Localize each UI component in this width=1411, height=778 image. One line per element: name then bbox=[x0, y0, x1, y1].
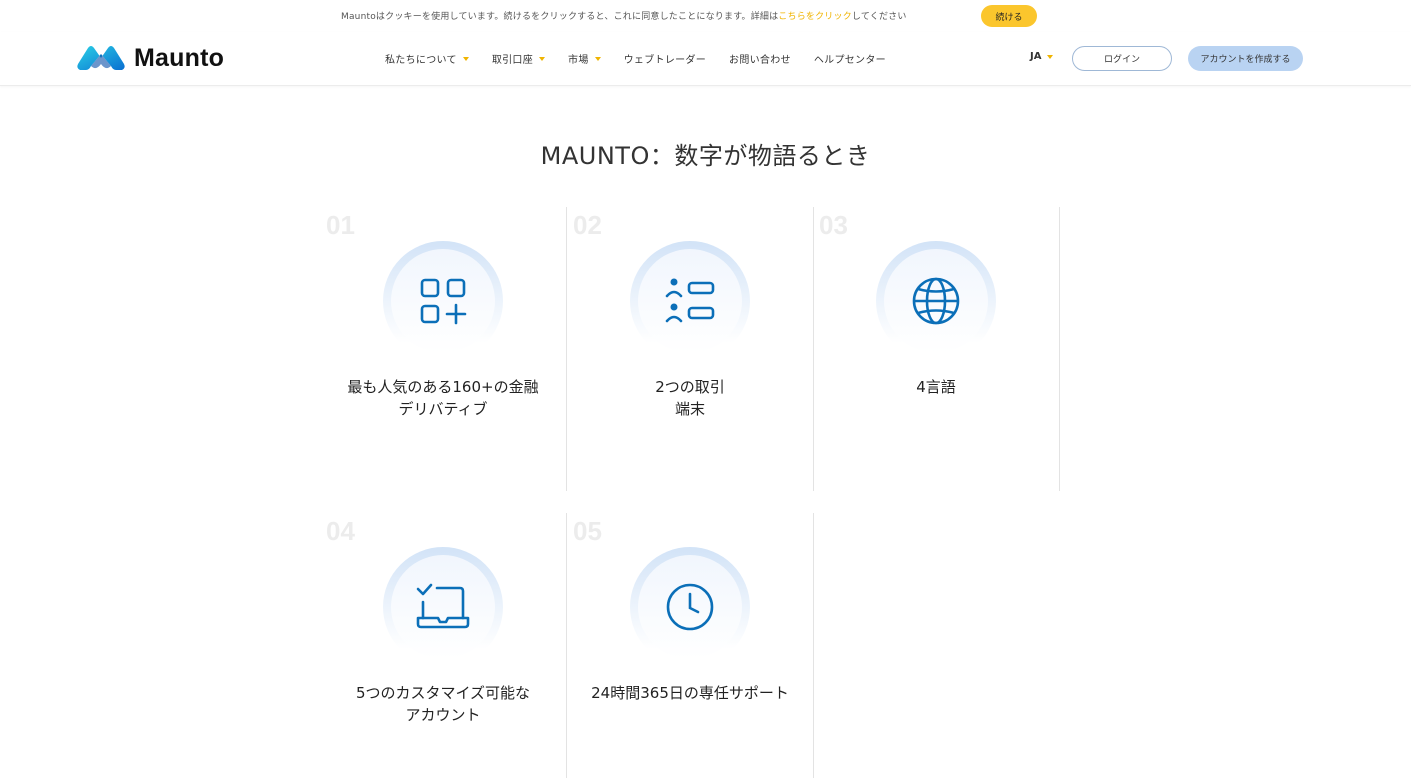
page-title: MAUNTO：数字が物語るとき bbox=[540, 142, 871, 170]
nav-help-center[interactable]: ヘルプセンター bbox=[814, 51, 886, 66]
nav-contact-label: お問い合わせ bbox=[729, 55, 791, 66]
create-account-button[interactable]: アカウントを作成する bbox=[1188, 46, 1303, 71]
card-label-line: 24時間365日の専任サポート bbox=[591, 684, 789, 702]
cookie-text-before: Mauntoはクッキーを使用しています。続けるをクリックすると、これに同意したこ… bbox=[341, 12, 779, 22]
nav-accounts[interactable]: 取引口座 bbox=[491, 51, 546, 66]
icon-circle bbox=[383, 547, 503, 667]
nav-markets-label: 市場 bbox=[568, 55, 589, 66]
card-number: 02 bbox=[573, 210, 602, 240]
maunto-logo-icon bbox=[77, 46, 125, 70]
card-label-line: デリバティブ bbox=[398, 400, 488, 418]
card-label: 最も人気のある160+の金融 デリバティブ bbox=[330, 376, 556, 420]
laptop-check-icon bbox=[416, 583, 470, 629]
grid-divider bbox=[566, 207, 567, 491]
apps-add-icon bbox=[420, 278, 467, 325]
globe-icon bbox=[912, 277, 960, 325]
card-label: 2つの取引 端末 bbox=[577, 376, 803, 420]
nav-markets[interactable]: 市場 bbox=[568, 51, 601, 66]
cookie-message: Mauntoはクッキーを使用しています。続けるをクリックすると、これに同意したこ… bbox=[341, 9, 907, 22]
card-label: 4言語 bbox=[823, 376, 1049, 398]
nav-webtrader-label: ウェブトレーダー bbox=[623, 55, 707, 66]
caret-down-icon bbox=[462, 56, 469, 61]
logo[interactable]: Maunto bbox=[76, 43, 224, 73]
cookie-banner: Mauntoはクッキーを使用しています。続けるをクリックすると、これに同意したこ… bbox=[0, 0, 1411, 32]
grid-divider bbox=[1059, 207, 1060, 491]
card-label: 5つのカスタマイズ可能な アカウント bbox=[330, 682, 556, 726]
language-code: JA bbox=[1030, 51, 1042, 62]
card-label-line: 2つの取引 bbox=[655, 378, 725, 396]
site-header: Maunto 私たちについて 取引口座 市場 ウェブトレーダー お問い合わせ ヘ… bbox=[0, 32, 1411, 86]
card-number: 01 bbox=[326, 210, 355, 240]
grid-divider bbox=[813, 207, 814, 491]
grid-divider bbox=[813, 513, 814, 778]
icon-circle bbox=[630, 547, 750, 667]
caret-down-icon bbox=[1047, 54, 1054, 59]
caret-down-icon bbox=[594, 56, 601, 61]
cookie-text-after: してください bbox=[851, 12, 907, 22]
card-label-line: 最も人気のある160+の金融 bbox=[347, 378, 539, 396]
cookie-details-link[interactable]: こちらをクリック bbox=[778, 12, 852, 22]
card-label-line: 端末 bbox=[674, 400, 705, 418]
nav-contact[interactable]: お問い合わせ bbox=[729, 51, 791, 66]
card-label-line: アカウント bbox=[405, 706, 481, 724]
logo-text: Maunto bbox=[134, 43, 225, 72]
cookie-continue-button[interactable]: 続ける bbox=[981, 5, 1037, 27]
nav-webtrader[interactable]: ウェブトレーダー bbox=[624, 51, 706, 66]
user-list-icon bbox=[665, 278, 715, 323]
card-number: 04 bbox=[326, 516, 355, 546]
main-nav: 私たちについて 取引口座 市場 ウェブトレーダー お問い合わせ ヘルプセンター bbox=[385, 51, 909, 66]
nav-accounts-label: 取引口座 bbox=[491, 55, 534, 66]
card-number: 05 bbox=[573, 516, 602, 546]
card-label: 24時間365日の専任サポート bbox=[577, 682, 803, 704]
clock-icon bbox=[666, 583, 714, 631]
nav-help-center-label: ヘルプセンター bbox=[813, 55, 886, 66]
language-selector[interactable]: JA bbox=[1030, 51, 1054, 62]
nav-about[interactable]: 私たちについて bbox=[385, 51, 469, 66]
card-number: 03 bbox=[819, 210, 848, 240]
caret-down-icon bbox=[539, 56, 546, 61]
icon-circle bbox=[876, 241, 996, 361]
icon-circle bbox=[383, 241, 503, 361]
login-button[interactable]: ログイン bbox=[1072, 46, 1172, 71]
card-label-line: 5つのカスタマイズ可能な bbox=[355, 684, 531, 702]
grid-divider bbox=[566, 513, 567, 778]
card-label-line: 4言語 bbox=[916, 378, 956, 396]
nav-about-label: 私たちについて bbox=[385, 55, 457, 66]
icon-circle bbox=[630, 241, 750, 361]
